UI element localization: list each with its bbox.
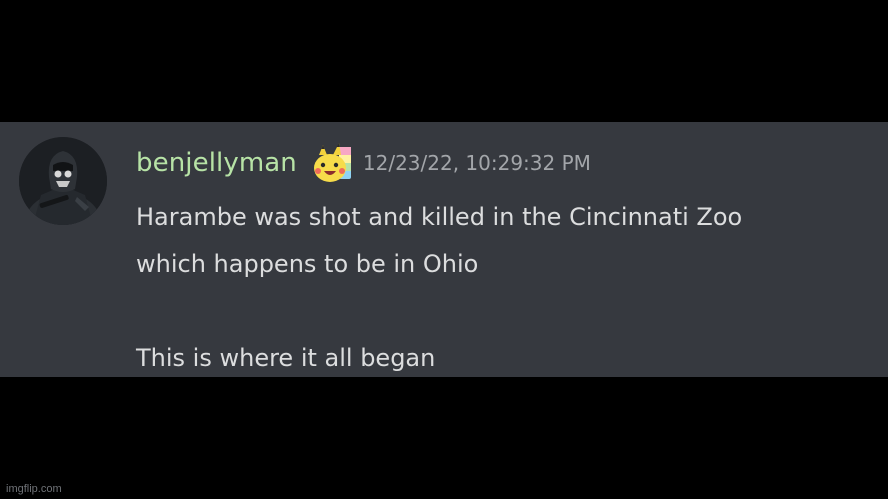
soldier-avatar-icon — [19, 137, 107, 225]
message-timestamp[interactable]: 12/23/22, 10:29:32 PM — [363, 151, 591, 175]
message-line: which happens to be in Ohio — [136, 250, 479, 278]
watermark: imgflip.com — [6, 483, 62, 495]
message-panel: benjellyman 12/23/22, 10:29:32 PM Haramb… — [0, 122, 888, 377]
message-header: benjellyman 12/23/22, 10:29:32 PM — [136, 142, 591, 184]
username[interactable]: benjellyman — [136, 148, 297, 178]
message-content: Harambe was shot and killed in the Cinci… — [136, 194, 876, 382]
user-avatar[interactable] — [19, 137, 107, 225]
message-line: Harambe was shot and killed in the Cinci… — [136, 203, 743, 231]
pikachu-emoji-icon[interactable] — [309, 141, 353, 185]
message-line: This is where it all began — [136, 344, 436, 372]
